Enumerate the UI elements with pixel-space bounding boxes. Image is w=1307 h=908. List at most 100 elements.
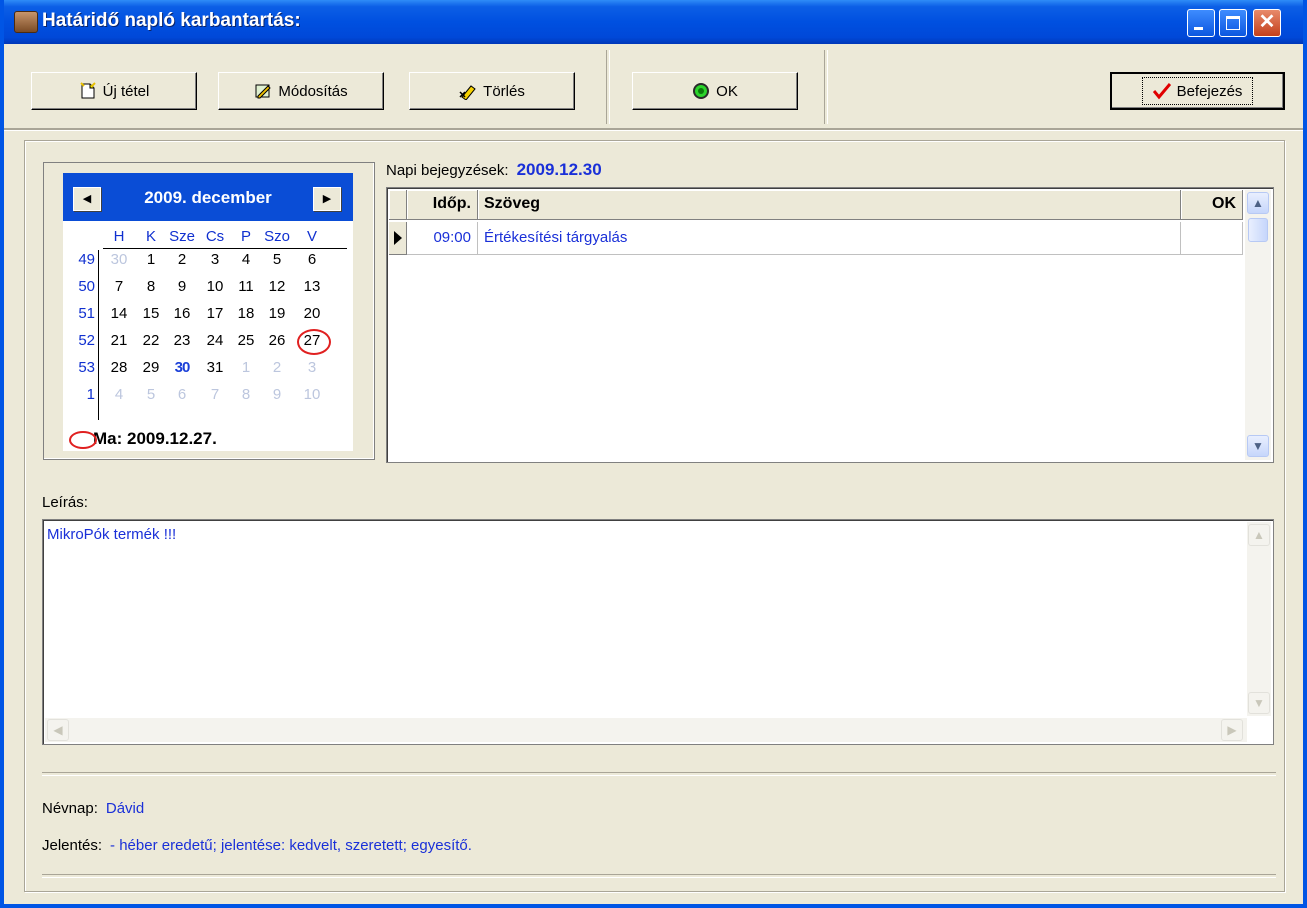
calendar-day[interactable]: 9	[264, 386, 290, 403]
entries-scrollbar[interactable]: ▲ ▼	[1245, 190, 1271, 460]
weekday-name: P	[240, 228, 251, 245]
minimize-button[interactable]	[1187, 9, 1215, 37]
ok-icon	[693, 83, 710, 99]
calendar-day[interactable]: 3	[202, 251, 228, 268]
checkmark-icon	[1152, 83, 1171, 100]
scroll-right-icon[interactable]: ▶	[1221, 719, 1243, 741]
entries-caption: Napi bejegyzések: 2009.12.30	[386, 160, 602, 180]
calendar-day[interactable]: 7	[202, 386, 228, 403]
calendar-day[interactable]: 6	[169, 386, 195, 403]
weekday-name: Cs	[205, 228, 225, 245]
entry-time[interactable]: 09:00	[407, 222, 478, 255]
calendar-day[interactable]: 8	[138, 278, 164, 295]
calendar-day[interactable]: 24	[202, 332, 228, 349]
week-number: 51	[78, 305, 95, 322]
entry-ok[interactable]	[1181, 222, 1243, 255]
calendar-day[interactable]: 2	[264, 359, 290, 376]
new-item-label: Új tétel	[102, 82, 150, 100]
row-indicator-icon	[389, 222, 407, 255]
calendar-day[interactable]: 7	[106, 278, 132, 295]
title-bar[interactable]: Határidő napló karbantartás: ✕	[4, 0, 1303, 44]
today-label[interactable]: Ma: 2009.12.27.	[93, 429, 217, 449]
calendar-day[interactable]: 31	[202, 359, 228, 376]
calendar-day[interactable]: 9	[169, 278, 195, 295]
delete-label: Törlés	[483, 82, 525, 100]
entries-caption-label: Napi bejegyzések:	[386, 162, 509, 179]
calendar-day[interactable]: 4	[106, 386, 132, 403]
entry-text[interactable]: Értékesítési tárgyalás	[478, 222, 1181, 255]
meaning-value: - héber eredetű; jelentése: kedvelt, sze…	[110, 837, 472, 854]
description-memo[interactable]: MikroPók termék !!! ▲ ▼ ◀ ▶	[42, 519, 1274, 745]
calendar-day[interactable]: 1	[233, 359, 259, 376]
calendar-day[interactable]: 17	[202, 305, 228, 322]
calendar-day[interactable]: 30	[169, 359, 195, 376]
calendar-day[interactable]: 23	[169, 332, 195, 349]
calendar-day[interactable]: 19	[264, 305, 290, 322]
calendar-day[interactable]: 18	[233, 305, 259, 322]
entries-grid[interactable]: Időp. Szöveg OK 09:00 Értékesítési tárgy…	[386, 187, 1274, 463]
calendar-header: ◀ 2009. december ▶	[63, 173, 353, 221]
modify-label: Módosítás	[278, 82, 348, 100]
scroll-down-icon[interactable]: ▼	[1247, 435, 1269, 457]
new-document-icon	[79, 82, 96, 99]
calendar-day[interactable]: 5	[138, 386, 164, 403]
calendar-day[interactable]: 2	[169, 251, 195, 268]
calendar-day[interactable]: 16	[169, 305, 195, 322]
calendar-day[interactable]: 12	[264, 278, 290, 295]
weekday-name: K	[145, 228, 156, 245]
scroll-up-icon[interactable]: ▲	[1247, 192, 1269, 214]
indicator-header	[389, 190, 407, 220]
calendar-day[interactable]: 3	[299, 359, 325, 376]
weekday-name: V	[306, 228, 317, 245]
week-number: 49	[78, 251, 95, 268]
scroll-thumb[interactable]	[1248, 218, 1268, 242]
calendar-day[interactable]: 20	[299, 305, 325, 322]
calendar-day[interactable]: 8	[233, 386, 259, 403]
column-header-ok[interactable]: OK	[1181, 190, 1243, 220]
close-button[interactable]: ✕	[1253, 9, 1281, 37]
calendar-day[interactable]: 26	[264, 332, 290, 349]
maximize-button[interactable]	[1219, 9, 1247, 37]
toolbar-separator	[824, 50, 828, 124]
memo-horizontal-scrollbar[interactable]: ◀ ▶	[45, 718, 1247, 742]
scroll-left-icon[interactable]: ◀	[47, 719, 69, 741]
nameday-row: Névnap: Dávid	[42, 800, 144, 817]
calendar-day[interactable]: 21	[106, 332, 132, 349]
memo-vertical-scrollbar[interactable]: ▲ ▼	[1247, 522, 1271, 716]
edit-icon	[255, 84, 272, 99]
column-header-text[interactable]: Szöveg	[478, 190, 1181, 220]
toolbar: Új tétel Módosítás Törlés OK Befejezés	[4, 44, 1303, 130]
description-text: MikroPók termék !!!	[47, 526, 177, 543]
calendar-divider	[98, 250, 99, 420]
new-item-button[interactable]: Új tétel	[31, 72, 197, 110]
finish-button[interactable]: Befejezés	[1110, 72, 1285, 110]
weekday-name: Szo	[264, 228, 290, 245]
delete-button[interactable]: Törlés	[409, 72, 575, 110]
calendar-day[interactable]: 6	[299, 251, 325, 268]
calendar-day[interactable]: 28	[106, 359, 132, 376]
modify-button[interactable]: Módosítás	[218, 72, 384, 110]
calendar-day[interactable]: 14	[106, 305, 132, 322]
today-circle-icon	[69, 431, 97, 449]
calendar-day[interactable]: 25	[233, 332, 259, 349]
calendar-day[interactable]: 4	[233, 251, 259, 268]
calendar-day[interactable]: 5	[264, 251, 290, 268]
column-header-time[interactable]: Időp.	[407, 190, 478, 220]
calendar-day[interactable]: 10	[299, 386, 325, 403]
prev-month-button[interactable]: ◀	[73, 187, 101, 211]
calendar-day[interactable]: 22	[138, 332, 164, 349]
calendar-day[interactable]: 13	[299, 278, 325, 295]
calendar-day[interactable]: 1	[138, 251, 164, 268]
calendar-day[interactable]: 10	[202, 278, 228, 295]
scroll-down-icon[interactable]: ▼	[1248, 692, 1270, 714]
calendar-day[interactable]: 29	[138, 359, 164, 376]
ok-button[interactable]: OK	[632, 72, 798, 110]
week-number: 50	[78, 278, 95, 295]
app-icon	[14, 11, 38, 33]
calendar-day[interactable]: 11	[233, 278, 259, 295]
calendar-day[interactable]: 30	[106, 251, 132, 268]
scroll-up-icon[interactable]: ▲	[1248, 524, 1270, 546]
calendar-day[interactable]: 15	[138, 305, 164, 322]
next-month-button[interactable]: ▶	[313, 187, 341, 211]
toolbar-separator	[606, 50, 610, 124]
